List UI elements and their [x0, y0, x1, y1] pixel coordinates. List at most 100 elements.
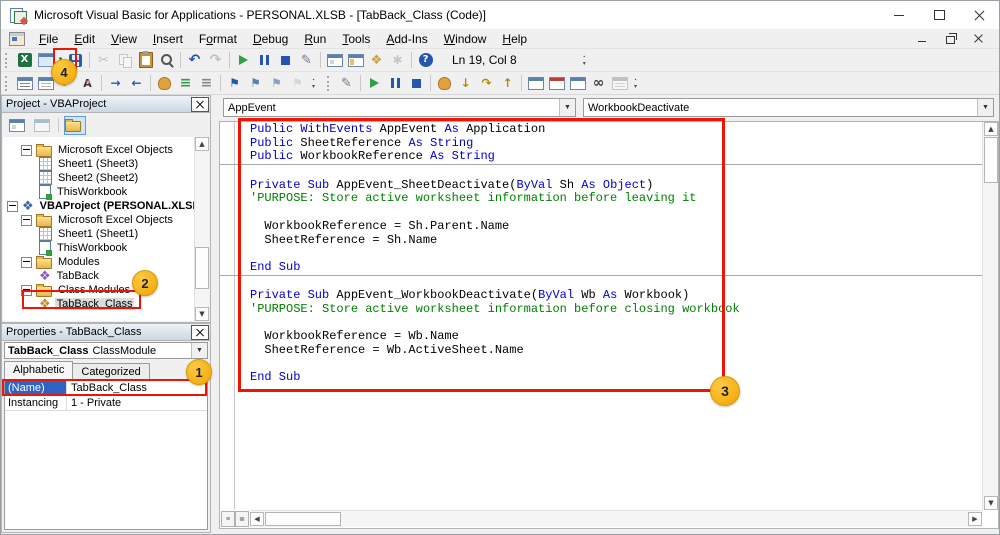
child-close-button[interactable] — [971, 33, 985, 45]
menu-view[interactable]: View — [103, 30, 145, 48]
break-button[interactable] — [254, 50, 275, 70]
toggle-folders-button[interactable] — [64, 115, 86, 135]
quick-watch-button[interactable] — [588, 73, 609, 93]
property-row-instancing[interactable]: Instancing 1 - Private — [5, 396, 207, 411]
tree-item-modules[interactable]: Modules — [3, 255, 195, 269]
copy-button[interactable] — [114, 50, 135, 70]
step-out-button[interactable] — [497, 73, 518, 93]
tab-categorized[interactable]: Categorized — [72, 363, 150, 380]
menu-debug[interactable]: Debug — [245, 30, 296, 48]
find-button[interactable] — [156, 50, 177, 70]
call-stack-button[interactable] — [609, 73, 630, 93]
object-dropdown[interactable]: AppEvent ▼ — [223, 98, 576, 117]
code-editor[interactable]: Public WithEvents AppEvent As Applicatio… — [220, 122, 983, 385]
tree-item-vbaproject-personal-xlsb[interactable]: VBAProject (PERSONAL.XLSB) — [3, 199, 204, 213]
tree-item-tabback[interactable]: TabBack — [3, 269, 195, 283]
chevron-down-icon[interactable]: ▼ — [191, 343, 207, 358]
toolbar-overflow-button[interactable] — [630, 73, 641, 93]
uncomment-block-button[interactable] — [196, 73, 217, 93]
code-vertical-scrollbar[interactable]: ▲ ▼ — [982, 122, 998, 510]
scroll-down-icon[interactable]: ▼ — [195, 307, 209, 321]
list-properties-button[interactable] — [14, 73, 35, 93]
properties-object-dropdown[interactable]: TabBack_Class ClassModule ▼ — [4, 342, 208, 359]
collapse-icon[interactable] — [21, 144, 32, 156]
run-button[interactable] — [233, 50, 254, 70]
project-tree-scrollbar[interactable]: ▲ ▼ — [194, 137, 209, 321]
tree-item-thisworkbook[interactable]: ThisWorkbook — [3, 185, 195, 200]
scroll-right-icon[interactable]: ▶ — [968, 512, 982, 526]
close-button[interactable] — [959, 1, 999, 29]
collapse-icon[interactable] — [21, 256, 32, 268]
object-browser-button[interactable] — [366, 50, 387, 70]
code-horizontal-scrollbar[interactable]: ◀ ▶ — [250, 510, 982, 527]
maximize-button[interactable] — [919, 1, 959, 29]
tree-item-sheet1-sheet1[interactable]: Sheet1 (Sheet1) — [3, 227, 195, 241]
tree-item-thisworkbook[interactable]: ThisWorkbook — [3, 241, 195, 256]
cut-button[interactable] — [93, 50, 114, 70]
toolbar-overflow-button[interactable] — [579, 50, 590, 70]
step-over-button[interactable] — [476, 73, 497, 93]
toggle-breakpoint-button[interactable] — [154, 73, 175, 93]
toolbox-button[interactable] — [387, 50, 408, 70]
tree-item-class-modules[interactable]: Class Modules — [3, 283, 195, 297]
excel-button[interactable] — [14, 50, 35, 70]
comment-block-button[interactable] — [175, 73, 196, 93]
tree-item-sheet2-sheet2[interactable]: Sheet2 (Sheet2) — [3, 171, 195, 185]
scroll-left-icon[interactable]: ◀ — [250, 512, 264, 526]
undo-button[interactable] — [184, 50, 205, 70]
scrollbar-thumb[interactable] — [265, 512, 341, 526]
tree-item-tabback-class[interactable]: TabBack_Class — [3, 297, 195, 311]
procedure-dropdown[interactable]: WorkbookDeactivate ▼ — [583, 98, 994, 117]
properties-window-button[interactable] — [345, 50, 366, 70]
full-module-view-button[interactable]: ≣ — [235, 511, 249, 527]
menu-edit[interactable]: Edit — [66, 30, 103, 48]
next-bookmark-button[interactable] — [245, 73, 266, 93]
immediate-window-button[interactable] — [546, 73, 567, 93]
design-mode-button[interactable] — [296, 50, 317, 70]
minimize-button[interactable] — [879, 1, 919, 29]
menu-tools[interactable]: Tools — [334, 30, 378, 48]
menu-window[interactable]: Window — [436, 30, 495, 48]
tree-item-microsoft-excel-objects[interactable]: Microsoft Excel Objects — [3, 213, 195, 227]
toolbar-overflow-button[interactable] — [308, 73, 319, 93]
redo-button[interactable] — [205, 50, 226, 70]
procedure-view-button[interactable]: ≡ — [221, 511, 235, 527]
menu-file[interactable]: File — [31, 30, 66, 48]
tab-alphabetic[interactable]: Alphabetic — [4, 361, 74, 380]
project-panel-close-button[interactable] — [191, 96, 209, 112]
reset-button[interactable] — [275, 50, 296, 70]
complete-word-button[interactable] — [77, 73, 98, 93]
indent-button[interactable] — [105, 73, 126, 93]
tree-item-sheet1-sheet3[interactable]: Sheet1 (Sheet3) — [3, 157, 195, 171]
reset-button[interactable] — [406, 73, 427, 93]
outdent-button[interactable] — [126, 73, 147, 93]
break-button[interactable] — [385, 73, 406, 93]
run-button[interactable] — [364, 73, 385, 93]
child-window-icon[interactable] — [9, 31, 25, 46]
menu-format[interactable]: Format — [191, 30, 245, 48]
collapse-icon[interactable] — [21, 214, 32, 226]
step-into-button[interactable] — [455, 73, 476, 93]
project-explorer-button[interactable] — [324, 50, 345, 70]
menu-insert[interactable]: Insert — [145, 30, 191, 48]
tree-item-microsoft-excel-objects[interactable]: Microsoft Excel Objects — [3, 143, 195, 157]
design-mode-button[interactable] — [336, 73, 357, 93]
scrollbar-thumb[interactable] — [195, 247, 209, 289]
help-button[interactable] — [415, 50, 436, 70]
locals-window-button[interactable] — [525, 73, 546, 93]
child-minimize-button[interactable] — [915, 33, 929, 45]
toolbar-grip[interactable] — [327, 75, 332, 91]
child-restore-button[interactable] — [943, 32, 957, 45]
toolbar-grip[interactable] — [5, 52, 10, 68]
scroll-up-icon[interactable]: ▲ — [195, 137, 209, 151]
property-row-name[interactable]: (Name) TabBack_Class — [5, 381, 207, 396]
scrollbar-thumb[interactable] — [984, 137, 998, 183]
view-object-button[interactable] — [31, 116, 53, 135]
collapse-icon[interactable] — [7, 200, 18, 212]
clear-bookmarks-button[interactable] — [287, 73, 308, 93]
watch-window-button[interactable] — [567, 73, 588, 93]
toggle-breakpoint-button[interactable] — [434, 73, 455, 93]
menu-add-ins[interactable]: Add-Ins — [378, 30, 435, 48]
scroll-up-icon[interactable]: ▲ — [984, 122, 998, 136]
toggle-bookmark-button[interactable] — [224, 73, 245, 93]
